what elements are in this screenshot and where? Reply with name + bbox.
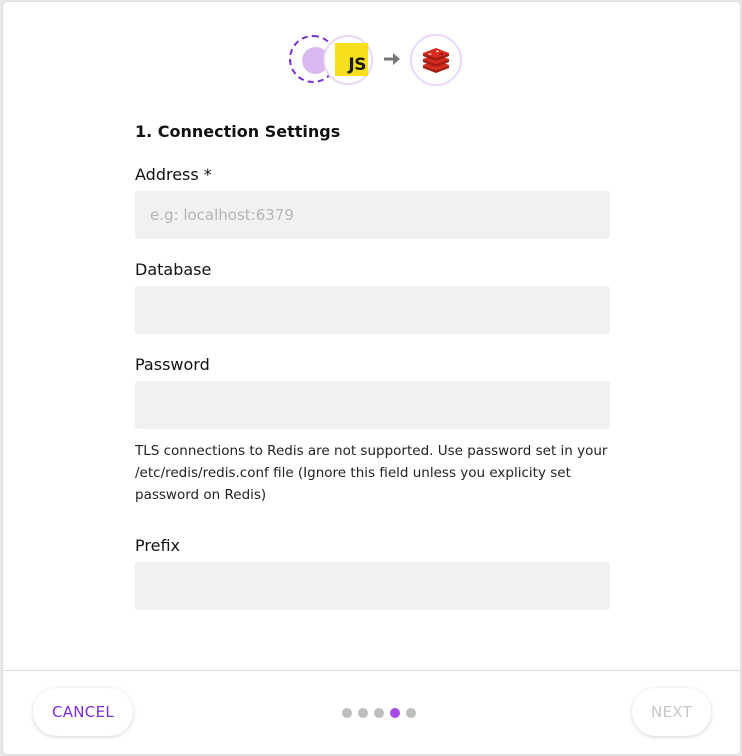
footer-divider xyxy=(3,670,740,671)
javascript-node: JS xyxy=(323,35,373,85)
step-dot-4-current xyxy=(390,708,400,718)
step-dot-2 xyxy=(358,708,368,718)
redis-icon xyxy=(423,48,449,73)
address-input[interactable] xyxy=(135,191,610,239)
javascript-icon: JS xyxy=(335,43,368,76)
step-dot-1 xyxy=(342,708,352,718)
section-title: 1. Connection Settings xyxy=(135,122,341,141)
step-dot-3 xyxy=(374,708,384,718)
address-label: Address * xyxy=(135,165,212,184)
step-indicator xyxy=(342,708,416,718)
password-label: Password xyxy=(135,355,210,374)
prefix-input[interactable] xyxy=(135,562,610,610)
step-dot-5 xyxy=(406,708,416,718)
password-help-text: TLS connections to Redis are not support… xyxy=(135,443,608,503)
redis-node xyxy=(410,34,462,86)
arrow-right-icon xyxy=(384,53,400,65)
next-button[interactable]: NEXT xyxy=(632,688,711,736)
database-input[interactable] xyxy=(135,286,610,334)
cancel-button[interactable]: CANCEL xyxy=(33,688,133,736)
connection-flow-header: JS xyxy=(288,34,468,86)
database-label: Database xyxy=(135,260,212,279)
password-input[interactable] xyxy=(135,381,610,429)
connection-dialog: JS 1. Connection Settings Address * e.g:… xyxy=(3,2,740,754)
prefix-label: Prefix xyxy=(135,536,180,555)
javascript-icon-label: JS xyxy=(348,55,366,75)
